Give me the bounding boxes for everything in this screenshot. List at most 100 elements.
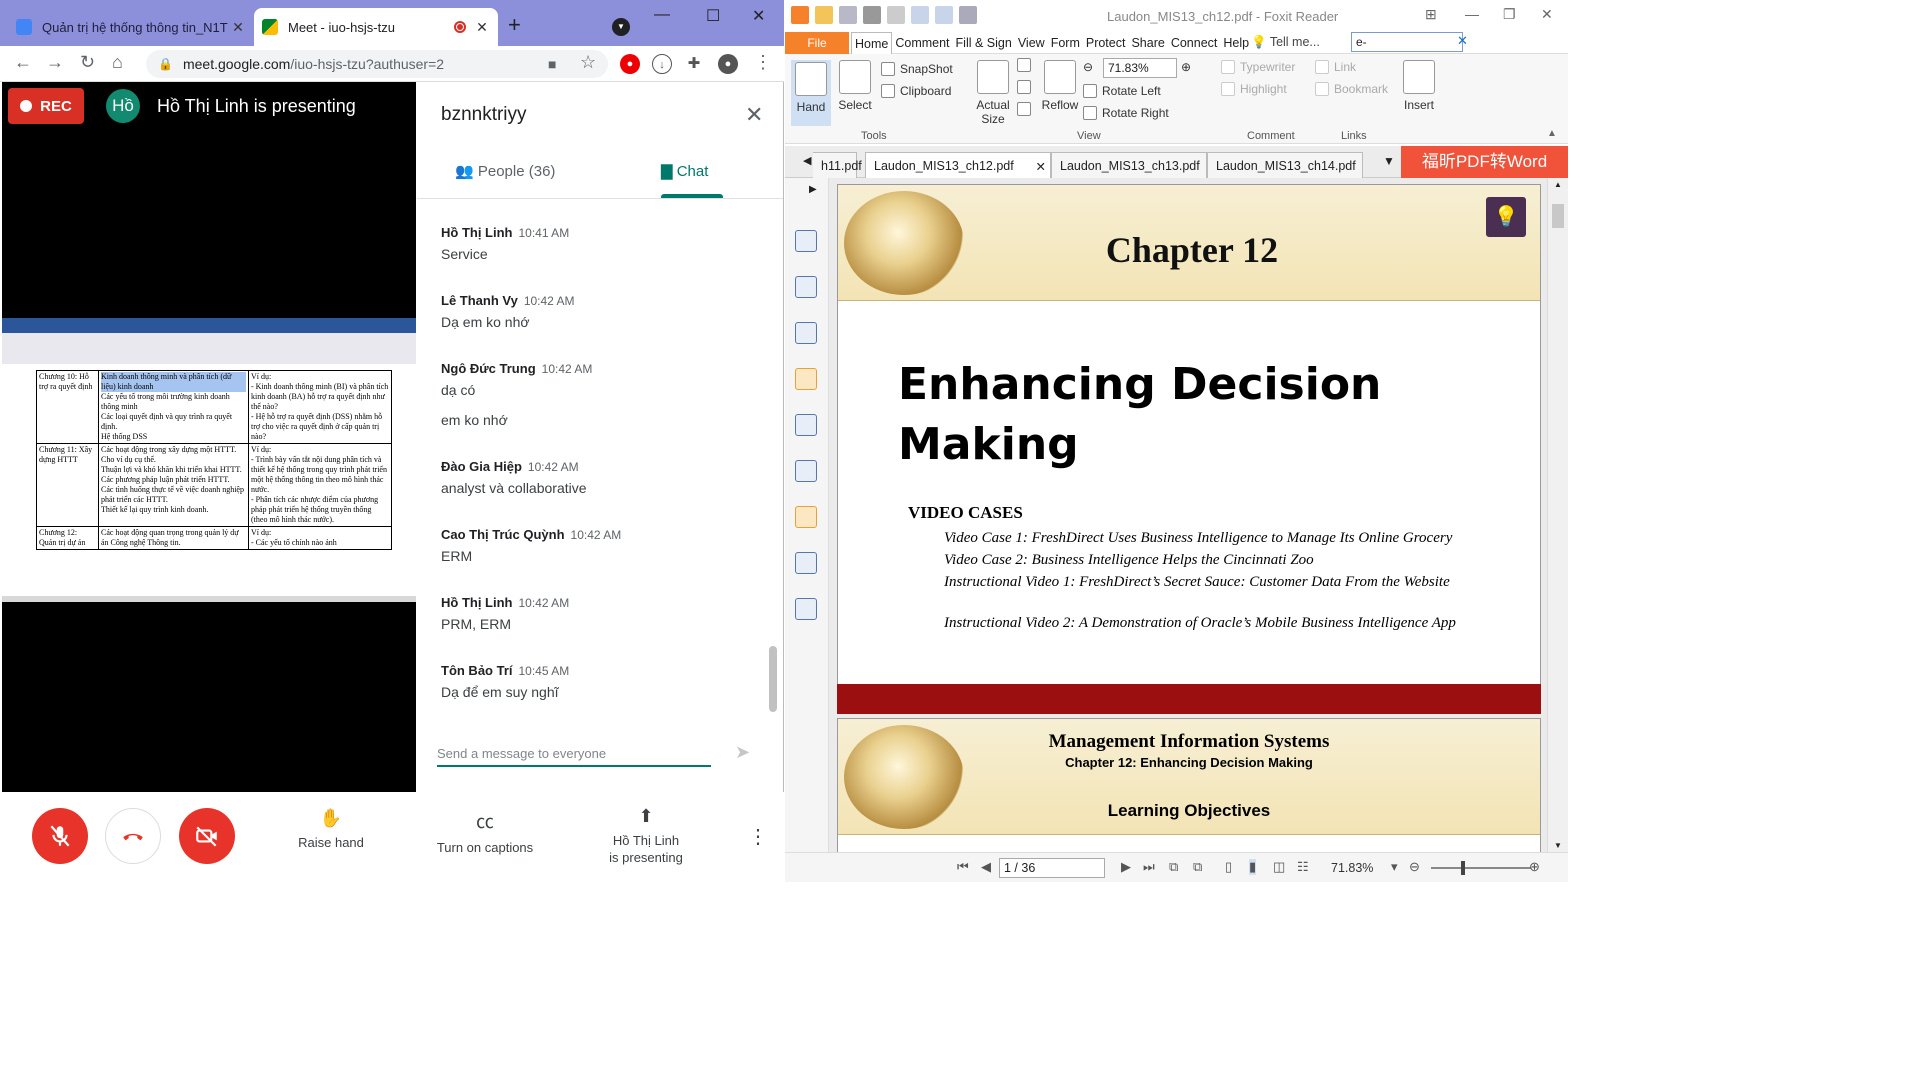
redo-icon[interactable] bbox=[935, 6, 953, 24]
facing-page-icon[interactable]: ◫ bbox=[1273, 859, 1285, 875]
security-lock-icon[interactable] bbox=[795, 506, 817, 528]
close-tab-icon[interactable]: ✕ bbox=[1036, 159, 1046, 174]
menu-protect[interactable]: Protect bbox=[1083, 32, 1129, 54]
select-tool-button[interactable]: Select bbox=[835, 60, 875, 112]
signature-icon[interactable] bbox=[795, 460, 817, 482]
menu-view[interactable]: View bbox=[1015, 32, 1048, 54]
layout-icon[interactable]: ⊞ bbox=[1425, 6, 1437, 23]
customize-icon[interactable] bbox=[959, 6, 977, 24]
zoom-out-icon[interactable]: ⊖ bbox=[1409, 859, 1420, 875]
scroll-thumb[interactable] bbox=[1552, 204, 1564, 228]
attachments-icon[interactable] bbox=[795, 414, 817, 436]
first-page-icon[interactable]: ⏮ bbox=[957, 859, 969, 875]
home-icon[interactable]: ⌂ bbox=[112, 52, 123, 73]
message-input[interactable]: Send a message to everyone bbox=[437, 746, 711, 767]
expand-panel-icon[interactable]: ▶ bbox=[809, 184, 817, 195]
new-tab-icon[interactable]: + bbox=[508, 12, 521, 38]
close-window-icon[interactable]: ✕ bbox=[1541, 6, 1553, 23]
zoom-slider[interactable] bbox=[1431, 861, 1531, 875]
reflow-button[interactable]: Reflow bbox=[1039, 60, 1081, 112]
screen-icon[interactable] bbox=[887, 6, 905, 24]
tell-me-field[interactable]: 💡 Tell me... bbox=[1251, 35, 1320, 50]
menu-form[interactable]: Form bbox=[1048, 32, 1083, 54]
chrome-menu-icon[interactable]: ⋮ bbox=[754, 52, 772, 73]
clipboard-button[interactable]: Clipboard bbox=[881, 84, 951, 98]
continuous-facing-icon[interactable]: ☷ bbox=[1297, 859, 1309, 875]
minimize-icon[interactable]: — bbox=[1465, 6, 1479, 22]
tab-chat[interactable]: ▇ Chat bbox=[661, 162, 708, 180]
menu-help[interactable]: Help bbox=[1220, 32, 1252, 54]
insert-button[interactable]: Insert bbox=[1397, 60, 1441, 112]
restore-icon[interactable]: ❐ bbox=[1503, 6, 1516, 23]
tab-search-icon[interactable]: ▼ bbox=[612, 18, 630, 36]
presenting-button[interactable]: ⬆ Hồ Thị Linh is presenting bbox=[596, 806, 696, 865]
scroll-up-icon[interactable]: ▲ bbox=[1554, 180, 1562, 189]
pages-icon[interactable] bbox=[795, 230, 817, 252]
zoom-out-icon[interactable]: ⊖ bbox=[1083, 60, 1093, 74]
fit-width-icon[interactable] bbox=[1017, 80, 1036, 94]
close-tab-icon[interactable]: ✕ bbox=[474, 19, 490, 36]
recording-badge[interactable]: REC bbox=[8, 88, 84, 124]
menu-fill-sign[interactable]: Fill & Sign bbox=[953, 32, 1015, 54]
leave-call-button[interactable] bbox=[105, 808, 161, 864]
scroll-down-icon[interactable]: ▼ bbox=[1554, 841, 1562, 850]
raise-hand-button[interactable]: ✋ Raise hand bbox=[290, 808, 372, 850]
zoom-in-icon[interactable]: ⊕ bbox=[1529, 859, 1540, 875]
zoom-select[interactable]: 71.83% bbox=[1103, 58, 1177, 78]
fill-sign-icon[interactable] bbox=[795, 552, 817, 574]
tab-people[interactable]: 👥 People (36) bbox=[455, 162, 555, 180]
layers-icon[interactable] bbox=[795, 322, 817, 344]
continuous-page-icon[interactable]: ▮ bbox=[1249, 859, 1257, 875]
tabs-dropdown-icon[interactable]: ▼ bbox=[1383, 154, 1395, 168]
forward-icon[interactable]: → bbox=[46, 52, 64, 73]
highlight-button[interactable]: Highlight bbox=[1221, 82, 1287, 96]
next-view-icon[interactable]: ⧉ bbox=[1193, 859, 1202, 875]
document-info-icon[interactable] bbox=[795, 598, 817, 620]
previous-view-icon[interactable]: ⧉ bbox=[1169, 859, 1178, 875]
reload-icon[interactable]: ↻ bbox=[80, 52, 95, 73]
zoom-slider-handle[interactable] bbox=[1461, 861, 1465, 875]
single-page-icon[interactable]: ▯ bbox=[1225, 859, 1232, 875]
more-options-icon[interactable]: ⋮ bbox=[748, 824, 768, 849]
download-extension-icon[interactable]: ↓ bbox=[652, 54, 672, 74]
menu-connect[interactable]: Connect bbox=[1168, 32, 1221, 54]
profile-avatar[interactable]: ● bbox=[718, 54, 738, 74]
close-tab-icon[interactable]: ✕ bbox=[230, 19, 246, 36]
close-window-icon[interactable]: ✕ bbox=[752, 6, 765, 26]
bookmark-button[interactable]: Bookmark bbox=[1315, 82, 1388, 96]
snapshot-button[interactable]: SnapShot bbox=[881, 62, 953, 76]
page-number-field[interactable]: 1 / 36 bbox=[999, 858, 1105, 878]
last-page-icon[interactable]: ⏭ bbox=[1143, 859, 1155, 875]
previous-page-icon[interactable]: ◀ bbox=[981, 859, 991, 875]
hand-tool-button[interactable]: Hand bbox=[791, 60, 831, 126]
camera-off-button[interactable] bbox=[179, 808, 235, 864]
save-icon[interactable] bbox=[839, 6, 857, 24]
close-panel-icon[interactable]: ✕ bbox=[745, 102, 763, 128]
send-icon[interactable]: ➤ bbox=[735, 742, 750, 763]
captions-button[interactable]: ㏄ Turn on captions bbox=[426, 808, 544, 855]
chat-scrollbar[interactable] bbox=[769, 646, 777, 712]
clear-search-icon[interactable]: ✕ bbox=[1457, 33, 1468, 49]
vertical-scrollbar[interactable]: ▲ ▼ bbox=[1547, 178, 1568, 852]
camera-icon[interactable]: ■ bbox=[548, 56, 556, 72]
bookmark-star-icon[interactable]: ☆ bbox=[580, 52, 596, 73]
actual-size-button[interactable]: Actual Size bbox=[973, 60, 1013, 126]
tabs-scroll-left-icon[interactable]: ◀ bbox=[803, 154, 811, 167]
undo-icon[interactable] bbox=[911, 6, 929, 24]
maximize-icon[interactable]: ☐ bbox=[706, 6, 720, 26]
adblock-extension-icon[interactable]: ● bbox=[620, 54, 640, 74]
print-icon[interactable] bbox=[863, 6, 881, 24]
address-bar[interactable]: 🔒 meet.google.com /iuo-hsjs-tzu?authuser… bbox=[146, 50, 608, 78]
extensions-icon[interactable]: ✚ bbox=[684, 54, 704, 74]
tab-classroom[interactable]: Quản trị hệ thống thông tin_N1T ✕ bbox=[8, 8, 254, 46]
pdf-viewport[interactable]: Chapter 12 💡 Enhancing Decision Making V… bbox=[829, 178, 1547, 852]
doc-tab-ch11[interactable]: h11.pdf bbox=[813, 152, 862, 178]
minimize-icon[interactable]: — bbox=[654, 6, 670, 24]
doc-tab-ch13[interactable]: Laudon_MIS13_ch13.pdf bbox=[1051, 152, 1207, 178]
menu-share[interactable]: Share bbox=[1128, 32, 1167, 54]
fit-visible-icon[interactable] bbox=[1017, 102, 1036, 116]
thumbnails-icon[interactable] bbox=[795, 276, 817, 298]
typewriter-button[interactable]: Typewriter bbox=[1221, 60, 1295, 74]
mic-off-button[interactable] bbox=[32, 808, 88, 864]
next-page-icon[interactable]: ▶ bbox=[1121, 859, 1131, 875]
